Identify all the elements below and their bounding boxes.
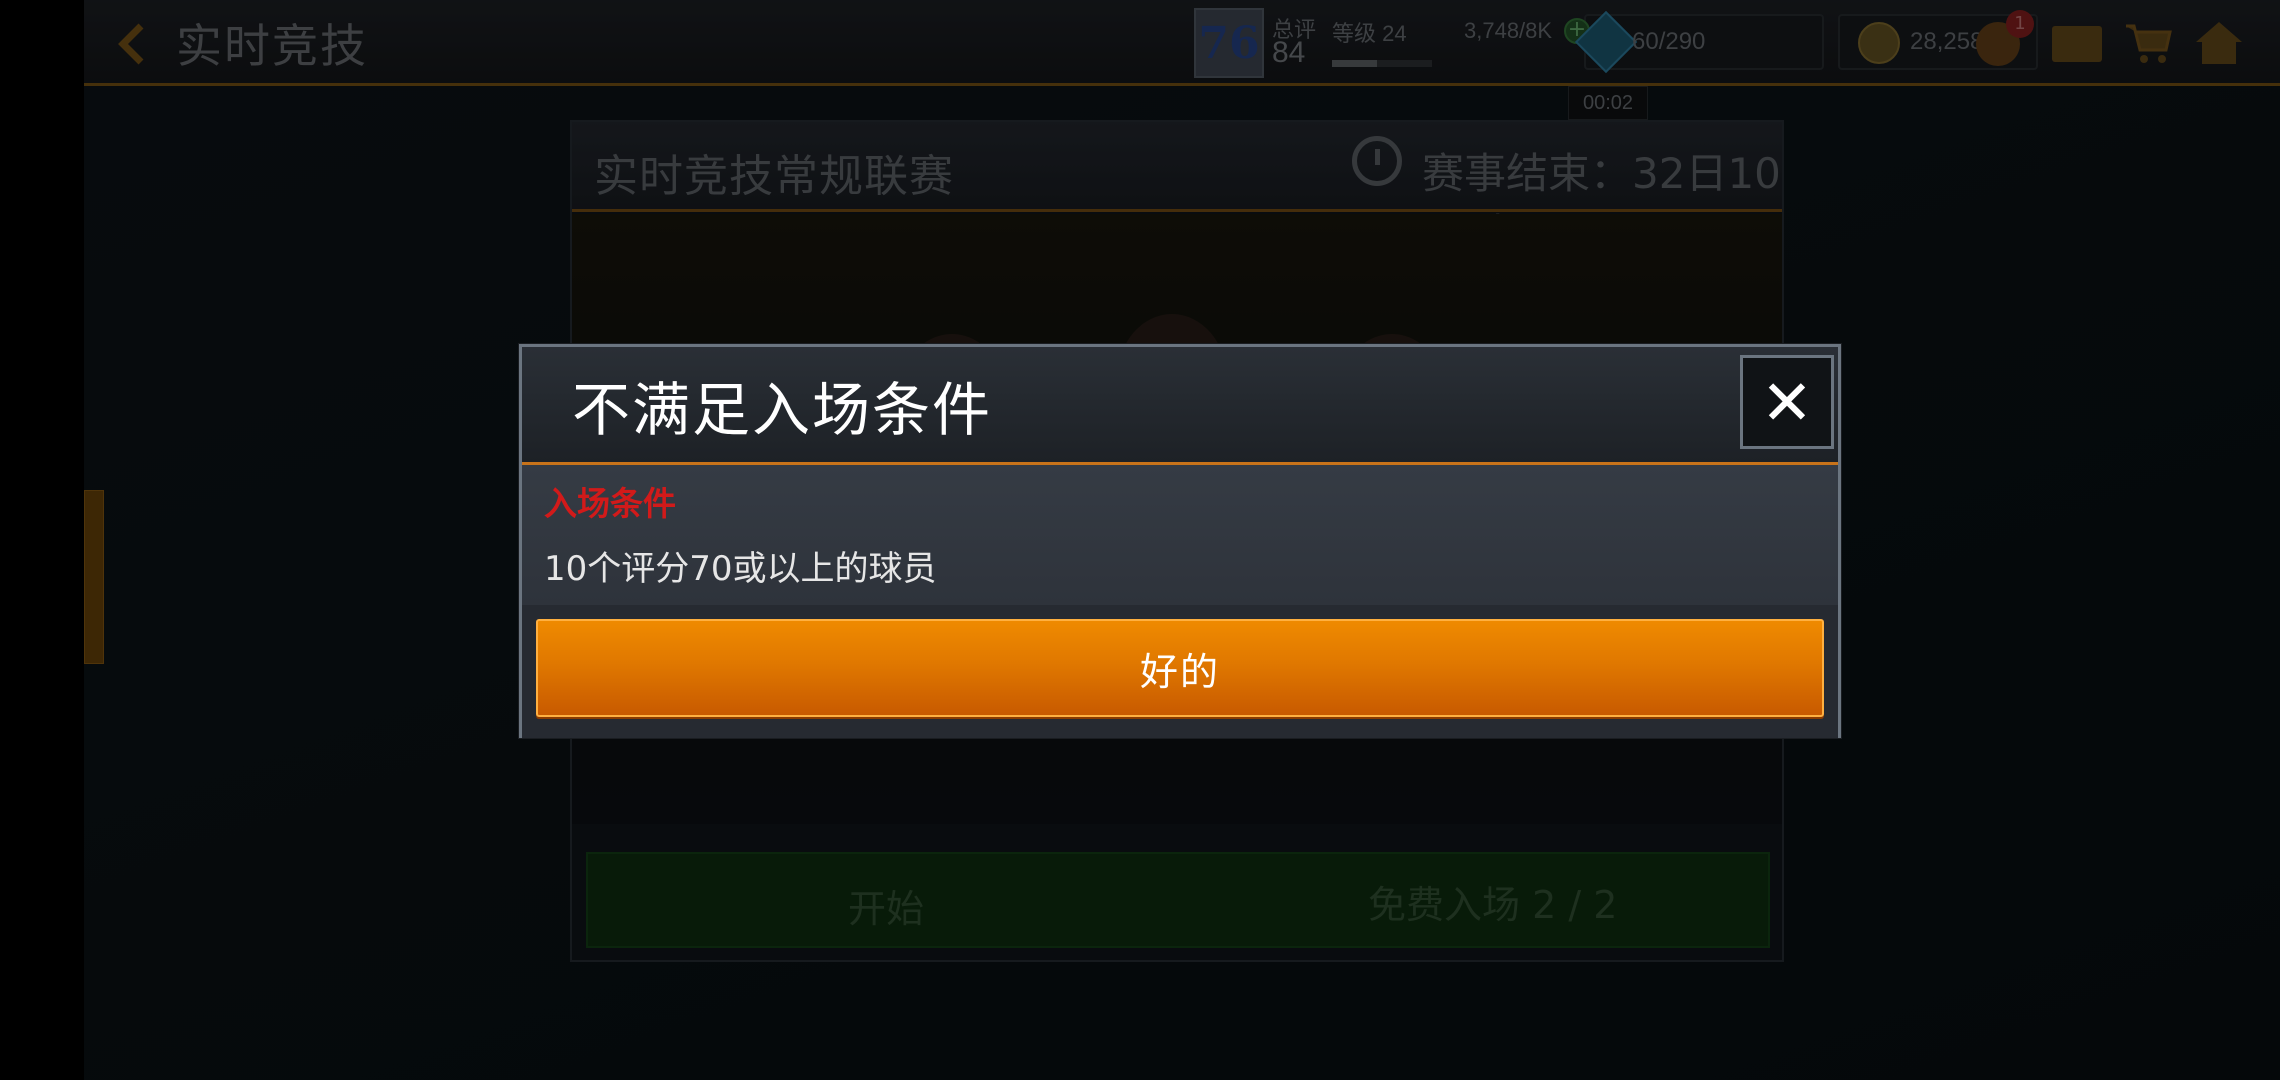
game-screen: 实时竞技 76 总评 84 等级 24 3,748/8K + 60/290 28… xyxy=(0,0,2280,1080)
dialog-footer: 好的 xyxy=(522,605,1838,738)
dialog-title: 不满足入场条件 xyxy=(572,376,993,444)
ok-button[interactable]: 好的 xyxy=(536,619,1824,717)
entry-requirement-dialog: 不满足入场条件 ✕ 入场条件 10个评分70或以上的球员 好的 xyxy=(519,344,1841,738)
condition-text: 10个评分70或以上的球员 xyxy=(544,549,937,589)
screen-bezel xyxy=(0,0,84,1080)
condition-label: 入场条件 xyxy=(544,484,676,523)
close-icon: ✕ xyxy=(1761,365,1813,439)
close-button[interactable]: ✕ xyxy=(1740,355,1834,449)
dialog-header: 不满足入场条件 ✕ xyxy=(522,347,1838,465)
dialog-body: 入场条件 10个评分70或以上的球员 xyxy=(522,465,1838,605)
